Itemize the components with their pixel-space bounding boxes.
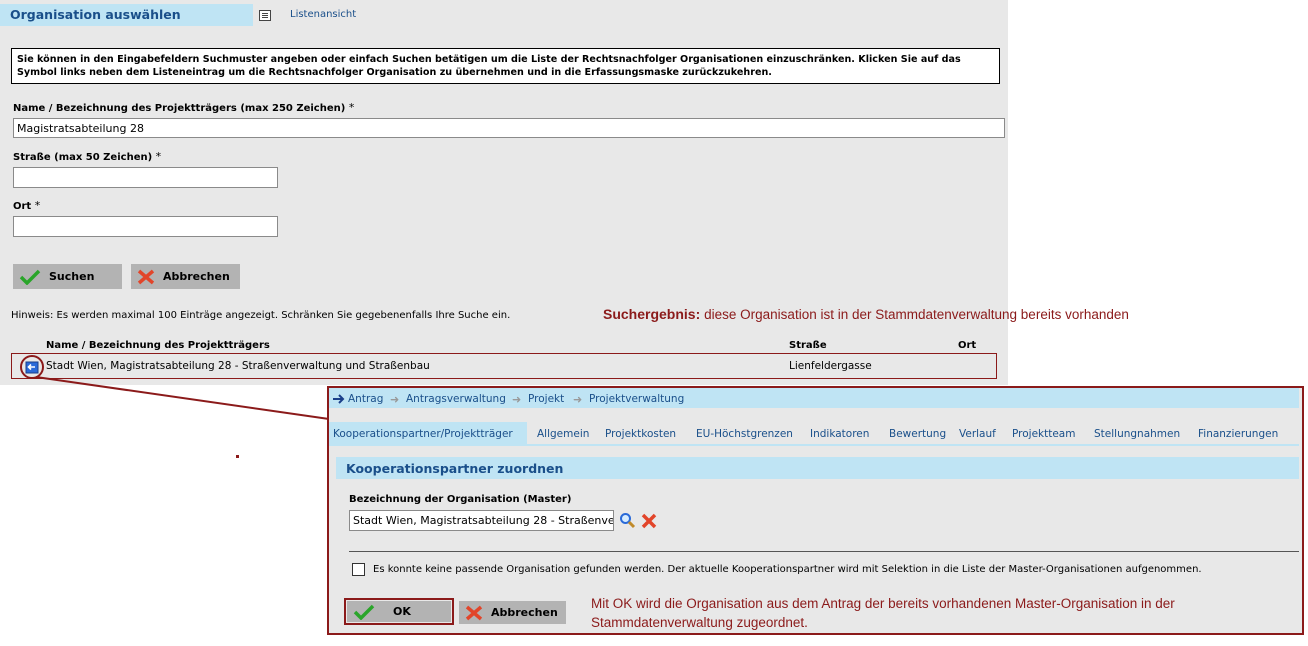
tab-eu-hoechstgrenzen[interactable]: EU-Höchstgrenzen xyxy=(696,428,793,440)
breadcrumb-item-antragsverwaltung[interactable]: Antragsverwaltung xyxy=(406,393,506,405)
annotation-ok-line2: Stammdatenverwaltung zugeordnet. xyxy=(591,615,808,630)
divider xyxy=(349,551,1299,552)
breadcrumb-start-arrow-icon xyxy=(333,394,345,404)
tab-finanzierungen[interactable]: Finanzierungen xyxy=(1198,428,1278,440)
org-label: Bezeichnung der Organisation (Master) xyxy=(349,494,572,505)
breadcrumb-arrow-icon: ➜ xyxy=(573,393,583,406)
tab-underline xyxy=(329,444,1299,446)
search-icon[interactable] xyxy=(619,512,636,529)
breadcrumb-arrow-icon: ➜ xyxy=(390,393,400,406)
tab-verlauf[interactable]: Verlauf xyxy=(959,428,996,440)
org-input[interactable]: Stadt Wien, Magistratsabteilung 28 - Str… xyxy=(349,510,614,531)
breadcrumb-item-antrag[interactable]: Antrag xyxy=(348,393,383,405)
cancel-x-icon xyxy=(465,605,483,620)
detail-cancel-button-label: Abbrechen xyxy=(491,606,558,619)
ok-button[interactable]: OK xyxy=(347,601,451,622)
annotation-ok-line1: Mit OK wird die Organisation aus dem Ant… xyxy=(591,596,1175,611)
annotation-ok: Mit OK wird die Organisation aus dem Ant… xyxy=(591,594,1175,632)
clear-x-icon[interactable] xyxy=(641,513,657,529)
tab-projektteam[interactable]: Projektteam xyxy=(1012,428,1075,440)
section-title: Kooperationspartner zuordnen xyxy=(346,461,564,476)
breadcrumb-item-projektverwaltung[interactable]: Projektverwaltung xyxy=(589,393,684,405)
ok-button-label: OK xyxy=(393,605,411,618)
breadcrumb-arrow-icon: ➜ xyxy=(512,393,522,406)
checkmark-icon xyxy=(353,604,375,620)
tab-bewertung[interactable]: Bewertung xyxy=(889,428,946,440)
tab-stellungnahmen[interactable]: Stellungnahmen xyxy=(1094,428,1180,440)
no-match-checkbox[interactable] xyxy=(352,563,365,576)
tab-projektkosten[interactable]: Projektkosten xyxy=(605,428,676,440)
no-match-checkbox-label: Es konnte keine passende Organisation ge… xyxy=(373,564,1202,575)
tab-kooperationspartner[interactable]: Kooperationspartner/Projektträger xyxy=(333,428,513,440)
breadcrumb-item-projekt[interactable]: Projekt xyxy=(528,393,564,405)
tab-indikatoren[interactable]: Indikatoren xyxy=(810,428,869,440)
stray-dot xyxy=(236,455,239,458)
detail-cancel-button[interactable]: Abbrechen xyxy=(459,601,566,624)
tab-allgemein[interactable]: Allgemein xyxy=(537,428,589,440)
